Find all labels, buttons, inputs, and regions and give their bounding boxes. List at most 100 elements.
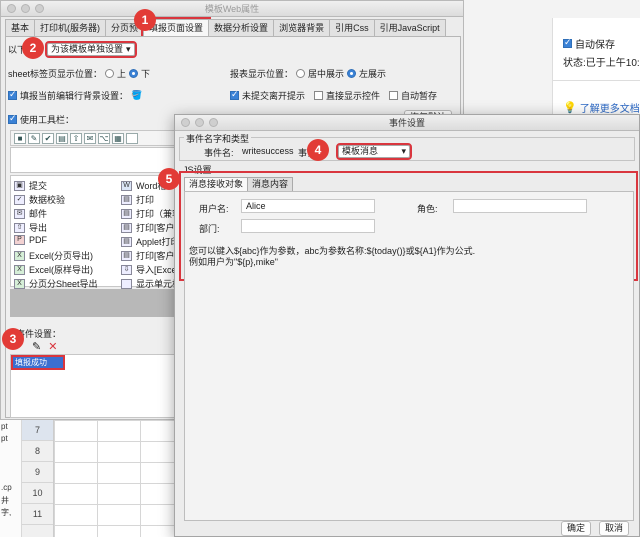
dialog-titlebar: 事件设置: [175, 115, 639, 131]
list-item[interactable]: ▤ Applet打印: [121, 235, 180, 248]
list-item[interactable]: ⇩ 导入[Excel]: [121, 263, 181, 276]
list-item[interactable]: ✉ 邮件: [14, 207, 47, 220]
list-item[interactable]: X Excel(原样导出): [14, 263, 93, 276]
event-name-value[interactable]: writesuccess: [242, 146, 294, 156]
fill-bg-label: 填报当前编辑行背景设置：: [20, 91, 129, 101]
event-item-fill-success[interactable]: 填报成功: [11, 355, 65, 370]
list-item[interactable]: ▤ 打印: [121, 193, 154, 206]
mail-icon[interactable]: ✉: [84, 132, 96, 144]
blank-icon[interactable]: [126, 132, 138, 144]
spreadsheet-grid[interactable]: [54, 420, 184, 537]
fill-bg-checkbox[interactable]: [8, 89, 17, 100]
use-toolbar-checkbox[interactable]: [8, 113, 17, 124]
hint-line-2: 例如用户为"${p},mike": [189, 257, 278, 267]
pdf-icon: P: [14, 235, 25, 245]
report-position-label: 报表显示位置：: [230, 69, 294, 79]
sheet-bottom-radio[interactable]: [129, 69, 139, 78]
user-label: 用户名:: [199, 204, 229, 214]
property-tabs: 基本 打印机(服务器) 分页预 填报页面设置 数据分析设置 浏览器背景 引用Cs…: [5, 17, 446, 38]
maximize-dialog-button[interactable]: [209, 118, 218, 127]
sheet-position-label: sheet标签页显示位置：: [8, 69, 103, 79]
list-item[interactable]: X Excel(分页导出): [14, 249, 93, 262]
tab-message-receiver[interactable]: 消息接收对象: [184, 177, 249, 191]
row-number[interactable]: 10: [22, 483, 53, 504]
dialog-title: 事件设置: [388, 118, 425, 128]
pencil-icon[interactable]: ✎: [28, 132, 40, 144]
step-badge-3: 3: [2, 328, 24, 350]
role-input[interactable]: [453, 199, 587, 213]
learn-more-link[interactable]: 💡 了解更多文档: [563, 100, 640, 115]
ok-button[interactable]: 确定: [561, 521, 592, 536]
print-icon: ▤: [121, 250, 132, 261]
row-header: 7 8 9 10 11: [22, 420, 54, 537]
report-left-radio[interactable]: [347, 69, 357, 78]
auto-save-row[interactable]: 自动保存: [563, 36, 615, 51]
row-number[interactable]: 9: [22, 462, 53, 483]
delete-icon[interactable]: ✕: [48, 340, 57, 353]
tab-data-analysis[interactable]: 数据分析设置: [208, 19, 275, 36]
close-dialog-button[interactable]: [181, 118, 190, 127]
event-type-select[interactable]: 模板消息 ▾: [336, 143, 412, 160]
report-center-label: 居中展示: [308, 69, 345, 79]
auto-save-draft-checkbox[interactable]: [389, 91, 399, 100]
use-toolbar-label: 使用工具栏：: [20, 115, 75, 125]
tab-basic[interactable]: 基本: [5, 19, 36, 36]
edit-icon[interactable]: ✎: [32, 340, 41, 353]
event-name-group-title: 事件名字和类型: [184, 132, 252, 145]
side-text: 字,: [1, 508, 12, 517]
direct-show-checkbox[interactable]: [314, 91, 324, 100]
direct-show-label: 直接显示控件: [326, 91, 381, 101]
print-icon: ▤: [121, 222, 132, 233]
window-title: 模板Web属性: [204, 4, 260, 14]
side-text: pt: [1, 422, 8, 431]
setting-scope-select[interactable]: 为该模板单独设置 ▾: [45, 41, 137, 58]
auto-save-checkbox[interactable]: [563, 37, 572, 48]
export-icon: ⇧: [14, 222, 25, 233]
event-settings-dialog: 事件设置 事件名字和类型 事件名: writesuccess 事件: 模板消息 …: [174, 114, 640, 537]
tab-browser-background[interactable]: 浏览器背景: [273, 19, 331, 36]
print-icon[interactable]: ▤: [56, 132, 68, 144]
tab-printer[interactable]: 打印机(服务器): [34, 19, 107, 36]
dept-input[interactable]: [241, 219, 375, 233]
window-controls: [7, 4, 44, 13]
window-titlebar: 模板Web属性: [1, 1, 463, 17]
cancel-button[interactable]: 取消: [599, 521, 630, 536]
maximize-window-button[interactable]: [35, 4, 44, 13]
row-number[interactable]: 7: [22, 420, 53, 441]
row-number[interactable]: 11: [22, 504, 53, 525]
report-center-radio[interactable]: [296, 69, 306, 78]
blank-icon: [121, 278, 132, 289]
report-left-label: 左展示: [359, 69, 387, 79]
step-badge-4: 4: [307, 139, 329, 161]
unsubmitted-checkbox[interactable]: [230, 89, 239, 100]
minimize-dialog-button[interactable]: [195, 118, 204, 127]
minimize-window-button[interactable]: [21, 4, 30, 13]
list-item[interactable]: ▣ 提交: [14, 179, 47, 192]
mail-icon: ✉: [14, 208, 25, 219]
list-item[interactable]: ⇧ 导出: [14, 221, 47, 234]
print-icon: ▤: [121, 236, 132, 247]
status-text: 状态:已于上午10:0: [563, 58, 640, 69]
check-icon[interactable]: ✔: [42, 132, 54, 144]
excel-icon: X: [14, 278, 25, 289]
user-input[interactable]: Alice: [241, 199, 375, 213]
print-icon: ▤: [121, 194, 132, 205]
network-icon[interactable]: ⌥: [98, 132, 110, 144]
excel-icon[interactable]: ▦: [112, 132, 124, 144]
tab-message-content[interactable]: 消息内容: [247, 177, 294, 191]
message-tabs: 消息接收对象 消息内容: [184, 177, 294, 191]
row-number[interactable]: 8: [22, 441, 53, 462]
use-toolbar-row: 使用工具栏：: [8, 113, 74, 126]
event-name-group: 事件名字和类型 事件名: writesuccess 事件: 模板消息 ▾: [179, 132, 635, 161]
export-icon[interactable]: ⇧: [70, 132, 82, 144]
paint-bucket-icon[interactable]: 🪣: [131, 90, 142, 101]
list-item[interactable]: P PDF: [14, 235, 47, 245]
tab-css[interactable]: 引用Css: [329, 19, 375, 36]
close-window-button[interactable]: [7, 4, 16, 13]
event-actions: ✎ ✕: [32, 340, 57, 353]
save-icon[interactable]: ■: [14, 132, 26, 144]
lightbulb-icon: 💡: [563, 102, 577, 114]
list-item[interactable]: ✓ 数据校验: [14, 193, 65, 206]
tab-javascript[interactable]: 引用JavaScript: [373, 19, 446, 36]
sheet-top-radio[interactable]: [105, 69, 115, 78]
